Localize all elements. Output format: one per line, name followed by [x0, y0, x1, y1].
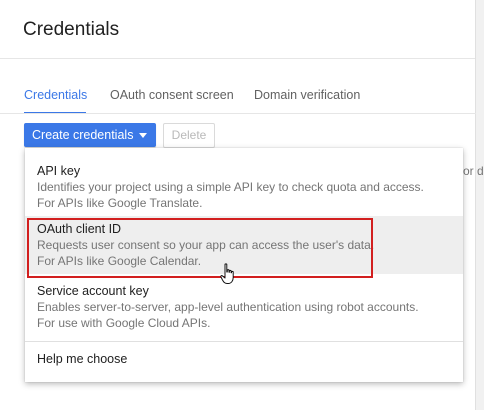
header-divider — [0, 58, 476, 59]
menu-item-description: For APIs like Google Calendar. — [37, 254, 202, 268]
menu-item-description: For APIs like Google Translate. — [37, 196, 203, 210]
menu-item-help-me-choose[interactable]: Help me choose — [25, 344, 463, 374]
menu-item-title: OAuth client ID — [37, 222, 122, 236]
hand-pointer-icon — [220, 263, 234, 284]
menu-item-description: Identifies your project using a simple A… — [37, 180, 424, 194]
page-title: Credentials — [23, 19, 120, 40]
menu-item-api-key[interactable]: API key Identifies your project using a … — [25, 156, 463, 216]
menu-divider — [25, 341, 463, 342]
menu-item-oauth-client-id[interactable]: OAuth client ID Requests user consent so… — [25, 216, 463, 274]
menu-item-title: API key — [37, 164, 81, 178]
tab-credentials[interactable]: Credentials — [24, 88, 87, 102]
menu-item-description: For use with Google Cloud APIs. — [37, 316, 211, 330]
create-credentials-button[interactable]: Create credentials — [24, 123, 156, 147]
tabs-divider — [0, 113, 476, 114]
tab-bar: Credentials OAuth consent screen Domain … — [0, 80, 476, 114]
caret-down-icon — [139, 133, 147, 138]
page-header: Credentials — [0, 0, 476, 58]
create-credentials-label: Create credentials — [32, 128, 134, 142]
tab-domain-verification[interactable]: Domain verification — [254, 88, 360, 102]
delete-button[interactable]: Delete — [163, 123, 215, 148]
tab-oauth-consent-screen[interactable]: OAuth consent screen — [110, 88, 234, 102]
menu-item-title: Help me choose — [37, 352, 128, 366]
menu-item-title: Service account key — [37, 284, 149, 298]
right-scroll-edge — [475, 0, 484, 410]
menu-item-service-account-key[interactable]: Service account key Enables server-to-se… — [25, 276, 463, 336]
menu-item-description: Enables server-to-server, app-level auth… — [37, 300, 419, 314]
create-credentials-menu: API key Identifies your project using a … — [25, 148, 463, 382]
menu-item-description: Requests user consent so your app can ac… — [37, 238, 375, 252]
clipped-background-text: or d — [463, 164, 484, 178]
